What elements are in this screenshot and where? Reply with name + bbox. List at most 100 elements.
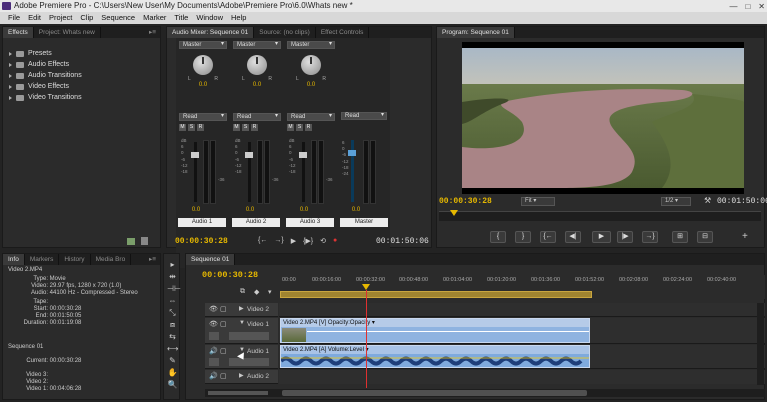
menu-sequence[interactable]: Sequence [101, 12, 135, 24]
automation-select[interactable]: Read [287, 113, 335, 121]
step-back-button[interactable]: ◀| [565, 231, 581, 243]
expand-triangle-icon[interactable] [9, 95, 12, 100]
expand-triangle-icon[interactable]: ▼ [239, 320, 245, 326]
tab-audio-mixer[interactable]: Audio Mixer: Sequence 01 [167, 27, 255, 38]
record-button[interactable]: R [251, 124, 258, 131]
wrench-icon[interactable]: ⚒ [704, 196, 711, 205]
hand-tool-icon[interactable]: ✋ [167, 367, 178, 378]
work-area-bar[interactable] [280, 291, 592, 298]
timeline-vertical-scrollbar[interactable] [757, 303, 764, 385]
output-route-select[interactable]: Master [233, 41, 281, 49]
fader-value[interactable]: 0.0 [181, 207, 211, 213]
tab-effects[interactable]: Effects [3, 27, 34, 38]
playhead-marker-icon[interactable] [450, 210, 458, 216]
volume-fader-track[interactable] [194, 142, 197, 202]
collapse-triangle-icon[interactable]: ▶ [239, 305, 244, 312]
tab-effect-controls[interactable]: Effect Controls [316, 27, 370, 38]
fader-value[interactable]: 0.0 [289, 207, 319, 213]
menu-clip[interactable]: Clip [80, 12, 93, 24]
output-route-select[interactable]: Master [287, 41, 335, 49]
track-select-tool-icon[interactable]: ⇹ [167, 271, 178, 282]
mute-button[interactable]: M [179, 124, 186, 131]
lock-icon[interactable]: ▢ [220, 372, 227, 380]
channel-name-audio-3[interactable]: Audio 3 [286, 218, 334, 227]
pan-knob[interactable] [301, 55, 321, 75]
panel-menu-icon[interactable]: ▸≡ [149, 254, 160, 265]
channel-name-master[interactable]: Master [340, 218, 388, 227]
ripple-edit-tool-icon[interactable]: ⊣⊢ [167, 283, 181, 294]
tab-program-monitor[interactable]: Program: Sequence 01 [437, 27, 515, 38]
timeline-playhead-line[interactable] [366, 290, 367, 388]
mark-in-button[interactable]: { [490, 231, 506, 243]
pan-knob[interactable] [193, 55, 213, 75]
pan-value[interactable]: 0.0 [176, 82, 230, 88]
track-lane-video-2[interactable] [279, 303, 765, 317]
menu-marker[interactable]: Marker [143, 12, 166, 24]
expand-triangle-icon[interactable] [9, 84, 12, 89]
keyframe-nav-icon[interactable] [229, 358, 269, 366]
volume-fader-handle[interactable] [245, 152, 253, 158]
tab-source[interactable]: Source: (no clips) [254, 27, 316, 38]
expand-triangle-icon[interactable] [9, 73, 12, 78]
razor-tool-icon[interactable]: ⧈ [167, 319, 178, 330]
opacity-rubberband[interactable] [307, 331, 589, 332]
panel-menu-icon[interactable]: ▸≡ [149, 27, 160, 38]
go-to-out-icon[interactable]: →} [274, 237, 283, 245]
rate-stretch-tool-icon[interactable]: ⤡ [167, 307, 178, 318]
record-icon[interactable]: ● [333, 237, 337, 245]
play-icon[interactable]: ▶ [291, 237, 296, 245]
new-folder-icon[interactable] [127, 238, 135, 245]
keyframe-display-icon[interactable] [209, 358, 219, 366]
solo-button[interactable]: S [296, 124, 303, 131]
go-to-out-button[interactable]: →} [642, 231, 658, 243]
mute-button[interactable]: M [287, 124, 294, 131]
volume-fader-handle[interactable] [191, 152, 199, 158]
keyframe-nav-icon[interactable] [229, 332, 269, 340]
eye-icon[interactable]: 👁 [209, 320, 218, 328]
play-button[interactable]: ▶ [592, 231, 611, 243]
speaker-icon[interactable]: 🔊 [209, 372, 218, 380]
program-timecode-current[interactable]: 00:00:30:28 [439, 197, 492, 206]
menu-window[interactable]: Window [196, 12, 223, 24]
eye-icon[interactable]: 👁 [209, 305, 218, 313]
play-in-out-icon[interactable]: {▶} [303, 237, 313, 245]
pan-knob[interactable] [247, 55, 267, 75]
tab-history[interactable]: History [59, 254, 91, 265]
menu-project[interactable]: Project [49, 12, 72, 24]
expand-triangle-icon[interactable] [9, 51, 12, 56]
tab-info[interactable]: Info [3, 254, 25, 265]
tab-media-browser[interactable]: Media Bro [91, 254, 132, 265]
pen-tool-icon[interactable]: ✎ [167, 355, 178, 366]
collapse-triangle-icon[interactable]: ▶ [239, 372, 244, 379]
channel-name-audio-1[interactable]: Audio 1 [178, 218, 226, 227]
tab-markers[interactable]: Markers [25, 254, 60, 265]
timeline-timecode[interactable]: 00:00:30:28 [202, 270, 258, 280]
resolution-select[interactable]: 1/2 ▾ [661, 197, 691, 206]
track-lane-audio-2[interactable] [279, 370, 765, 384]
slip-tool-icon[interactable]: ⇆ [167, 331, 178, 342]
menu-title[interactable]: Title [174, 12, 188, 24]
speaker-icon[interactable]: 🔊 [209, 347, 218, 355]
zoom-select[interactable]: Fit ▾ [521, 197, 555, 206]
monitor-time-ruler[interactable] [439, 211, 761, 221]
output-route-select[interactable]: Master [179, 41, 227, 49]
add-marker-icon[interactable]: ◆ [254, 288, 259, 296]
go-to-in-icon[interactable]: {← [258, 237, 267, 245]
tab-project[interactable]: Project: Whats new [34, 27, 101, 38]
lock-icon[interactable]: ▢ [220, 320, 227, 328]
automation-select[interactable]: Read [233, 113, 281, 121]
lock-icon[interactable]: ▢ [220, 305, 227, 313]
mark-out-button[interactable]: } [515, 231, 531, 243]
volume-fader-handle[interactable] [299, 152, 307, 158]
selection-tool-icon[interactable]: ▸ [167, 259, 178, 270]
marker-icon[interactable]: ▾ [268, 288, 272, 296]
snap-icon[interactable]: ⧉ [240, 288, 245, 296]
fader-value[interactable]: 0.0 [235, 207, 265, 213]
automation-select[interactable]: Read [179, 113, 227, 121]
step-forward-button[interactable]: |▶ [617, 231, 633, 243]
mute-button[interactable]: M [233, 124, 240, 131]
volume-fader-track[interactable] [302, 142, 305, 202]
lift-button[interactable]: ⊞ [672, 231, 688, 243]
pan-value[interactable]: 0.0 [284, 82, 338, 88]
menu-help[interactable]: Help [231, 12, 246, 24]
